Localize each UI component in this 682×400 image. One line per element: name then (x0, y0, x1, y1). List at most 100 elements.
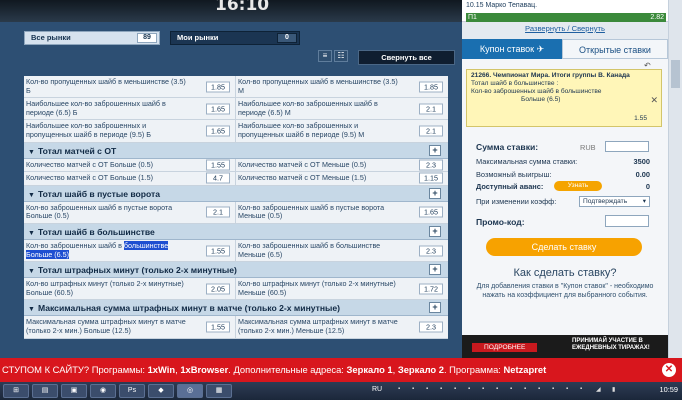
tray-icon[interactable]: ▪ (552, 386, 560, 395)
plus-icon[interactable]: + (429, 264, 441, 276)
window-icon[interactable]: ▦ (206, 384, 232, 398)
odds-change-value: Подтверждать (583, 198, 628, 205)
network-icon[interactable]: ▮ (612, 386, 620, 395)
scroll-thumb[interactable] (671, 60, 680, 88)
volume-icon[interactable]: ◢ (596, 386, 604, 395)
list-view-icon[interactable]: ≡ (318, 50, 332, 62)
grid-view-icon[interactable]: ☷ (334, 50, 348, 62)
explorer-icon[interactable]: ▤ (32, 384, 58, 398)
app-icon[interactable]: ◆ (148, 384, 174, 398)
odds-button[interactable]: 4.7 (206, 172, 230, 184)
odds-button[interactable]: 1.55 (206, 245, 230, 257)
odds-button[interactable]: 1.15 (419, 172, 443, 184)
promo-input[interactable] (605, 215, 649, 227)
market-outcome[interactable]: Кол-во заброшенных шайб в большинстве Ме… (236, 240, 448, 261)
odds-button[interactable]: 1.65 (419, 206, 443, 218)
plus-icon[interactable]: + (429, 225, 441, 237)
market-outcome[interactable]: Наибольшее кол-во заброшенных и пропущен… (236, 120, 448, 141)
ad-more-button[interactable]: ПОДРОБНЕЕ (472, 343, 538, 352)
market-section-header[interactable]: ▼ Тотал шайб в большинстве + (24, 223, 448, 240)
odds-button[interactable]: 2.3 (419, 159, 443, 171)
market-outcome[interactable]: Количество матчей с ОТ Меньше (0.5) 2.3 (236, 159, 448, 172)
tray-icon[interactable]: ▪ (538, 386, 546, 395)
market-section-header[interactable]: ▼ Максимальная сумма штрафных минут в мат… (24, 300, 448, 317)
plus-icon[interactable]: + (429, 302, 441, 314)
odds-button[interactable]: 2.1 (419, 103, 443, 115)
start-button-icon[interactable]: ⊞ (3, 384, 29, 398)
market-section-header[interactable]: ▼ Тотал штрафных минут (только 2-х минутн… (24, 262, 448, 279)
market-outcome[interactable]: Кол-во заброшенных шайб в пустые ворота … (236, 202, 448, 223)
tray-icon[interactable]: ▪ (524, 386, 532, 395)
tray-icon[interactable]: ▪ (496, 386, 504, 395)
tray-icon[interactable]: ▪ (454, 386, 462, 395)
market-outcome[interactable]: Наибольшее кол-во заброшенных и пропущен… (24, 120, 236, 142)
language-indicator[interactable]: RU (372, 386, 386, 395)
market-outcome[interactable]: Количество матчей с ОТ Больше (1.5) 4.7 (24, 172, 236, 185)
link-1xwin[interactable]: 1xWin (148, 364, 176, 375)
tray-icon[interactable]: ▪ (468, 386, 476, 395)
folder-icon[interactable]: ▣ (61, 384, 87, 398)
odds-change-select[interactable]: Подтверждать ▾ (579, 196, 650, 207)
link-1xbrowser[interactable]: 1xBrowser (180, 364, 228, 375)
odds-button[interactable]: 2.05 (206, 283, 230, 295)
odds-button[interactable]: 1.72 (419, 283, 443, 295)
collapse-all-button[interactable]: Свернуть все (358, 50, 455, 65)
tray-icon[interactable]: ▪ (566, 386, 574, 395)
close-icon[interactable]: ✕ (650, 96, 658, 105)
promo-banner[interactable]: ПОДРОБНЕЕ ПРИНИМАЙ УЧАСТИЕ В ЕЖЕДНЕВНЫХ … (462, 335, 668, 358)
tray-icon[interactable]: ▪ (482, 386, 490, 395)
tab-coupon[interactable]: Купон ставок ✈ (462, 39, 562, 59)
right-scrollbar[interactable] (668, 0, 682, 358)
media-icon[interactable]: ◉ (90, 384, 116, 398)
link-mirror-1[interactable]: Зеркало 1 (347, 364, 393, 375)
chrome-icon[interactable]: ◎ (177, 384, 203, 398)
my-markets-filter[interactable]: Мои рынки 0 (170, 31, 300, 45)
odds-button[interactable]: 2.1 (419, 125, 443, 137)
all-markets-filter[interactable]: Все рынки 89 (24, 31, 160, 45)
expand-collapse-link[interactable]: Развернуть / Свернуть (462, 24, 668, 33)
tray-icon[interactable]: ▪ (412, 386, 420, 395)
market-section-header[interactable]: ▼ Тотал матчей с ОТ + (24, 142, 448, 159)
odds-button[interactable]: 1.85 (206, 81, 230, 93)
market-outcome[interactable]: Количество матчей с ОТ Меньше (1.5) 1.15 (236, 172, 448, 185)
market-outcome[interactable]: Кол-во пропущенных шайб в меньшинстве (3… (24, 76, 236, 98)
odds-button[interactable]: 2.3 (419, 245, 443, 257)
photoshop-icon[interactable]: Ps (119, 384, 145, 398)
market-outcome[interactable]: Максимальная сумма штрафных минут в матч… (236, 316, 448, 337)
market-outcome[interactable]: Наибольшее кол-во заброшенных шайб в пер… (236, 98, 448, 119)
market-outcome[interactable]: Количество матчей с ОТ Больше (0.5) 1.55 (24, 158, 236, 172)
tray-icon[interactable]: ▪ (440, 386, 448, 395)
market-outcome[interactable]: Кол-во заброшенных шайб в пустые ворота … (24, 201, 236, 223)
market-outcome[interactable]: Кол-во штрафных минут (только 2-х минутн… (236, 278, 448, 299)
clock[interactable]: 10:59 (660, 385, 679, 394)
link-netzapret[interactable]: Netzapret (504, 364, 547, 375)
stake-label: Сумма ставки: (476, 142, 539, 152)
market-outcome[interactable]: Кол-во пропущенных шайб в меньшинстве (3… (236, 76, 448, 97)
stake-input[interactable] (605, 141, 649, 152)
market-outcome[interactable]: Кол-во штрафных минут (только 2-х минутн… (24, 278, 236, 300)
learn-advance-button[interactable]: Узнать (554, 181, 602, 191)
odds-button[interactable]: 1.55 (206, 159, 230, 171)
tab-open-bets[interactable]: Открытые ставки (562, 39, 668, 59)
market-outcome[interactable]: Максимальная сумма штрафных минут в матч… (24, 316, 236, 338)
make-bet-button[interactable]: Сделать ставку (486, 238, 642, 256)
odds-button[interactable]: 2.3 (419, 321, 443, 333)
odds-button[interactable]: 1.65 (206, 125, 230, 137)
odds-button[interactable]: 1.65 (206, 103, 230, 115)
link-mirror-2[interactable]: Зеркало 2 (398, 364, 444, 375)
tray-icon[interactable]: ▪ (580, 386, 588, 395)
plus-icon[interactable]: + (429, 144, 441, 156)
tray-icon[interactable]: ▪ (510, 386, 518, 395)
p1-odds-bar[interactable]: П1 2.82 (466, 13, 666, 22)
tray-icon[interactable]: ▪ (398, 386, 406, 395)
market-outcome[interactable]: Наибольшее кол-во заброшенных шайб в пер… (24, 98, 236, 120)
odds-button[interactable]: 1.55 (206, 321, 230, 333)
tray-icon[interactable]: ▪ (426, 386, 434, 395)
odds-button[interactable]: 1.85 (419, 81, 443, 93)
odds-button[interactable]: 2.1 (206, 206, 230, 218)
market-section-header[interactable]: ▼ Тотал шайб в пустые ворота + (24, 185, 448, 202)
plus-icon[interactable]: + (429, 187, 441, 199)
live-event[interactable]: 10.15 Марко Тепавац. П1 2.82 (462, 0, 668, 22)
close-icon[interactable]: ✕ (662, 363, 676, 377)
market-outcome[interactable]: Кол-во заброшенных шайб в большинстве Бо… (24, 239, 236, 262)
